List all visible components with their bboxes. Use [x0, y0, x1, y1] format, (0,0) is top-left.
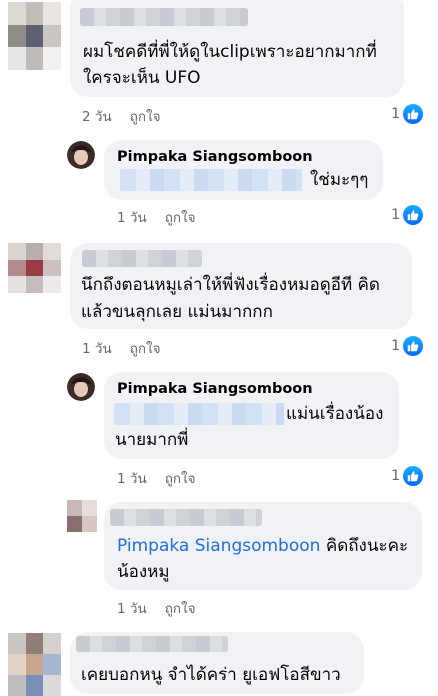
avatar-mosaic-tile	[43, 243, 61, 260]
comment-bubble: ผมโชคดีที่พี่ให้ดูในclipเพราะอยากมากที่ …	[70, 0, 404, 97]
comment-time[interactable]: 1 วัน	[117, 601, 147, 617]
blurred-author-name	[76, 636, 228, 652]
avatar-mosaic-tile	[25, 2, 44, 25]
avatar-mosaic-tile	[8, 47, 26, 70]
avatar-mosaic-tile	[43, 675, 61, 696]
reply-text: Pimpaka Siangsomboon คิดถึงนะคะ	[117, 532, 408, 560]
like-thumbs-up-icon	[403, 104, 424, 124]
avatar-mosaic-tile	[8, 24, 26, 48]
blurred-mention	[114, 403, 284, 425]
avatar-mosaic-tile	[8, 276, 26, 293]
reaction-count: 1	[391, 207, 401, 223]
like-link[interactable]: ถูกใจ	[165, 601, 196, 617]
avatar-mosaic-tile	[43, 654, 61, 675]
commenter-avatar[interactable]	[8, 243, 61, 293]
like-thumbs-up-icon	[403, 466, 424, 486]
avatar-mosaic-tile	[43, 259, 61, 277]
reply-bubble: Pimpaka Siangsomboon คิดถึงนะคะ น้องหมู	[104, 502, 422, 590]
commenter-avatar[interactable]	[8, 633, 61, 696]
reply-bubble: Pimpaka Siangsomboon แม่นเรื่องน้อง นายม…	[104, 372, 399, 459]
comment-meta: 1 วัน ถูกใจ	[82, 337, 161, 359]
avatar-mosaic-tile	[25, 259, 44, 277]
comment-text: นึกถึงตอนหมูเล่าให้พี่ฟังเรื่องหมอดูอีที…	[81, 275, 380, 295]
blurred-mention	[120, 169, 302, 191]
avatar-mosaic-tile	[25, 633, 44, 654]
reply-text-part: คิดถึงนะคะ	[325, 536, 409, 556]
comment-meta: 1 วัน ถูกใจ	[117, 206, 196, 228]
avatar-mosaic-tile	[8, 633, 26, 654]
reaction-count: 1	[391, 468, 401, 484]
profile-photo-icon	[67, 141, 95, 169]
avatar-mosaic-tile	[8, 2, 26, 25]
reaction-summary[interactable]: 1	[391, 336, 424, 356]
avatar-mosaic-tile	[8, 675, 26, 696]
reply-author[interactable]: Pimpaka Siangsomboon	[117, 149, 313, 165]
avatar-mosaic-tile	[67, 500, 82, 516]
replier-avatar[interactable]	[67, 141, 95, 169]
blurred-author-name	[110, 509, 262, 526]
avatar-mosaic-tile	[8, 654, 26, 675]
comment-bubble: นึกถึงตอนหมูเล่าให้พี่ฟังเรื่องหมอดูอีที…	[70, 243, 412, 329]
like-link[interactable]: ถูกใจ	[130, 109, 161, 125]
reply-text: ใช่มะๆๆ	[310, 170, 369, 190]
avatar-mosaic-tile	[43, 2, 61, 25]
avatar-mosaic-tile	[25, 654, 44, 675]
reaction-count: 1	[391, 106, 401, 122]
like-link[interactable]: ถูกใจ	[165, 471, 196, 487]
blurred-author-name	[80, 8, 248, 26]
reply-text: นายมากพี่	[115, 430, 189, 450]
avatar-mosaic-tile	[43, 47, 61, 70]
blurred-author-name	[82, 250, 202, 267]
like-link[interactable]: ถูกใจ	[130, 341, 161, 357]
avatar-mosaic-tile	[43, 24, 61, 48]
comment-text: ผมโชคดีที่พี่ให้ดูในclipเพราะอยากมากที่	[83, 42, 377, 62]
reaction-count: 1	[391, 338, 401, 354]
avatar-mosaic-tile	[43, 276, 61, 293]
comment-time[interactable]: 1 วัน	[117, 471, 147, 487]
replier-avatar[interactable]	[67, 500, 97, 532]
comment-time[interactable]: 1 วัน	[82, 341, 112, 357]
avatar-mosaic-tile	[43, 633, 61, 654]
avatar-mosaic-tile	[8, 259, 26, 277]
comment-text: เคยบอกหนู จำได้คร่า ยูเอฟโอสีขาว	[81, 665, 341, 685]
avatar-mosaic-tile	[82, 500, 97, 516]
reply-text: แม่นเรื่องน้อง	[286, 404, 384, 424]
comment-text: แล้วขนลุกเลย แม่นมากกก	[81, 302, 273, 322]
comment-meta: 1 วัน ถูกใจ	[117, 467, 196, 489]
reply-text: น้องหมู	[117, 562, 170, 582]
avatar-mosaic-tile	[25, 47, 44, 70]
comment-text: ใครจะเห็น UFO	[83, 68, 201, 88]
commenter-avatar[interactable]	[8, 2, 61, 70]
reaction-summary[interactable]: 1	[391, 104, 424, 124]
reply-bubble: Pimpaka Siangsomboon ใช่มะๆๆ	[104, 140, 383, 200]
like-thumbs-up-icon	[403, 205, 424, 225]
mention-link[interactable]: Pimpaka Siangsomboon	[117, 536, 320, 556]
comment-time[interactable]: 2 วัน	[82, 109, 112, 125]
avatar-mosaic-tile	[25, 675, 44, 696]
reply-author[interactable]: Pimpaka Siangsomboon	[117, 381, 313, 397]
comment-meta: 1 วัน ถูกใจ	[117, 597, 196, 619]
avatar-mosaic-tile	[8, 243, 26, 260]
avatar-mosaic-tile	[82, 516, 97, 532]
reaction-summary[interactable]: 1	[391, 205, 424, 225]
reaction-summary[interactable]: 1	[391, 466, 424, 486]
profile-photo-icon	[67, 373, 95, 401]
comment-time[interactable]: 1 วัน	[117, 210, 147, 226]
avatar-mosaic-tile	[25, 276, 44, 293]
comment-bubble: เคยบอกหนู จำได้คร่า ยูเอฟโอสีขาว	[70, 632, 364, 694]
like-thumbs-up-icon	[403, 336, 424, 356]
replier-avatar[interactable]	[67, 373, 95, 401]
avatar-mosaic-tile	[67, 516, 82, 532]
avatar-mosaic-tile	[25, 243, 44, 260]
comment-meta: 2 วัน ถูกใจ	[82, 105, 161, 127]
avatar-mosaic-tile	[25, 24, 44, 48]
like-link[interactable]: ถูกใจ	[165, 210, 196, 226]
